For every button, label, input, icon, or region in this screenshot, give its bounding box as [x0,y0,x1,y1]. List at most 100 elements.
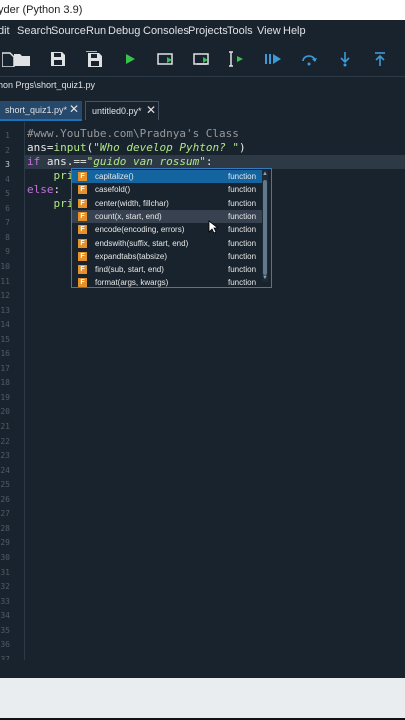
editor-tabs: short_quiz1.py* ✕ untitled0.py* ✕ [0,101,405,121]
run-icon[interactable] [119,48,141,70]
line-number: 18 [0,378,10,388]
line-number: 9 [5,247,10,257]
status-bar [0,678,405,718]
line-number: 11 [0,276,10,286]
line-number: 3 [5,160,10,170]
line-number: 19 [0,392,10,402]
toolbar [0,42,405,76]
line-number: 25 [0,480,10,490]
completion-item[interactable]: Fformat(args, kwargs) function [72,276,262,288]
line-number: 2 [5,145,10,155]
step-return-icon[interactable] [369,48,391,70]
line-number: 26 [0,494,10,504]
function-icon: F [78,225,87,235]
line-number: 32 [0,582,10,592]
popup-scrollbar-thumb[interactable] [263,180,267,275]
function-icon: F [78,198,87,208]
line-number: 5 [5,189,10,199]
file-path-bar: hon Prgs\short_quiz1.py [0,76,405,96]
tab-label: short_quiz1.py* [5,105,68,115]
completion-type: function [228,198,257,208]
line-number: 6 [5,203,10,213]
open-folder-icon[interactable] [11,48,33,70]
completion-item[interactable]: Fexpandtabs(tabsize) function [72,250,262,263]
code-line-5: else: [27,183,61,196]
close-icon[interactable]: ✕ [146,102,156,119]
completion-item[interactable]: Fcount(x, start, end) function [72,209,262,223]
tab-short-quiz1[interactable]: short_quiz1.py* ✕ [0,101,82,121]
completion-type: function [228,185,257,195]
menu-consoles[interactable]: Consoles [143,20,189,42]
line-number: 34 [0,611,10,621]
line-number-gutter: 1 2 3 4 5 6 7 8 9 10 11 12 13 14 15 16 17 18 19 20 21 22 23 24 2… [0,122,25,664]
save-icon[interactable] [47,48,69,70]
completion-type: function [228,265,257,275]
completion-type: function [228,172,257,181]
run-cell-advance-icon[interactable] [191,48,213,70]
line-number: 23 [0,451,10,461]
tab-untitled0[interactable]: untitled0.py* ✕ [85,101,159,120]
line-number: 29 [0,538,10,548]
menu-projects[interactable]: Projects [188,20,228,42]
completion-name: casefold() [95,185,131,195]
line-number: 16 [0,349,10,359]
step-over-icon[interactable] [298,48,320,70]
line-number: 35 [0,625,10,635]
function-icon: F [78,278,87,287]
completion-name: expandtabs(tabsize) [95,251,168,261]
menu-source[interactable]: Source [51,20,86,42]
mouse-cursor-icon [208,220,218,234]
menu-bar: dit Search Source Run Debug Consoles Pro… [0,20,405,42]
completion-type: function [228,238,257,248]
line-number: 13 [0,305,10,315]
completion-type: function [228,225,257,235]
completion-type: function [228,251,257,261]
line-number: 12 [0,291,10,301]
file-path: hon Prgs\short_quiz1.py [0,80,96,90]
completion-item[interactable]: Fcapitalize() function [72,170,262,183]
menu-view[interactable]: View [257,20,281,42]
menu-tools[interactable]: Tools [227,20,253,42]
window-title: yder (Python 3.9) [0,4,83,16]
function-icon: F [78,238,87,248]
function-icon: F [78,185,87,195]
scroll-up-icon[interactable]: ▲ [262,171,268,177]
completion-item[interactable]: Fcasefold() function [72,183,262,196]
popup-scrollbar[interactable] [262,170,268,282]
function-icon: F [78,251,87,261]
line-number: 1 [5,131,10,140]
close-icon[interactable]: ✕ [69,101,79,118]
run-selection-icon[interactable] [226,48,248,70]
completion-name: format(args, kwargs) [95,278,169,288]
line-number: 24 [0,465,10,475]
menu-debug[interactable]: Debug [108,20,140,42]
menu-help[interactable]: Help [283,20,306,42]
save-all-icon[interactable] [83,48,105,70]
completion-name: encode(encoding, errors) [95,225,185,235]
code-line-1: #www.YouTube.com\Pradnya's Class [27,127,239,140]
completion-item[interactable]: Fencode(encoding, errors) function [72,223,262,236]
autocomplete-popup: Fformat(args, kwargs) function Ffind(sub, … [71,168,272,288]
scroll-down-icon[interactable]: ▼ [262,275,268,281]
completion-item[interactable]: Ffind(sub, start, end) function [72,263,262,276]
window-titlebar: yder (Python 3.9) [0,0,405,20]
function-icon: F [78,211,87,221]
code-line-6: pri [27,197,74,210]
line-number: 21 [0,422,10,431]
code-line-3: if ans.=="guido van rossum": [27,155,213,168]
step-into-icon[interactable] [334,48,356,70]
line-number: 14 [0,320,10,330]
completion-item[interactable]: Fendswith(suffix, start, end) function [72,237,262,250]
line-number: 7 [5,218,10,228]
function-icon: F [78,265,87,275]
line-number: 30 [0,552,10,562]
menu-search[interactable]: Search [17,20,52,42]
menu-run[interactable]: Run [86,20,106,42]
code-line-2: ans=input("Who develop Pyhton? ") [27,141,246,154]
line-number: 27 [0,509,10,519]
menu-edit[interactable]: dit [0,20,10,42]
function-icon: F [78,172,87,181]
completion-item[interactable]: Fcenter(width, fillchar) function [72,197,262,210]
debug-icon[interactable] [262,48,284,70]
run-cell-icon[interactable] [155,48,177,70]
